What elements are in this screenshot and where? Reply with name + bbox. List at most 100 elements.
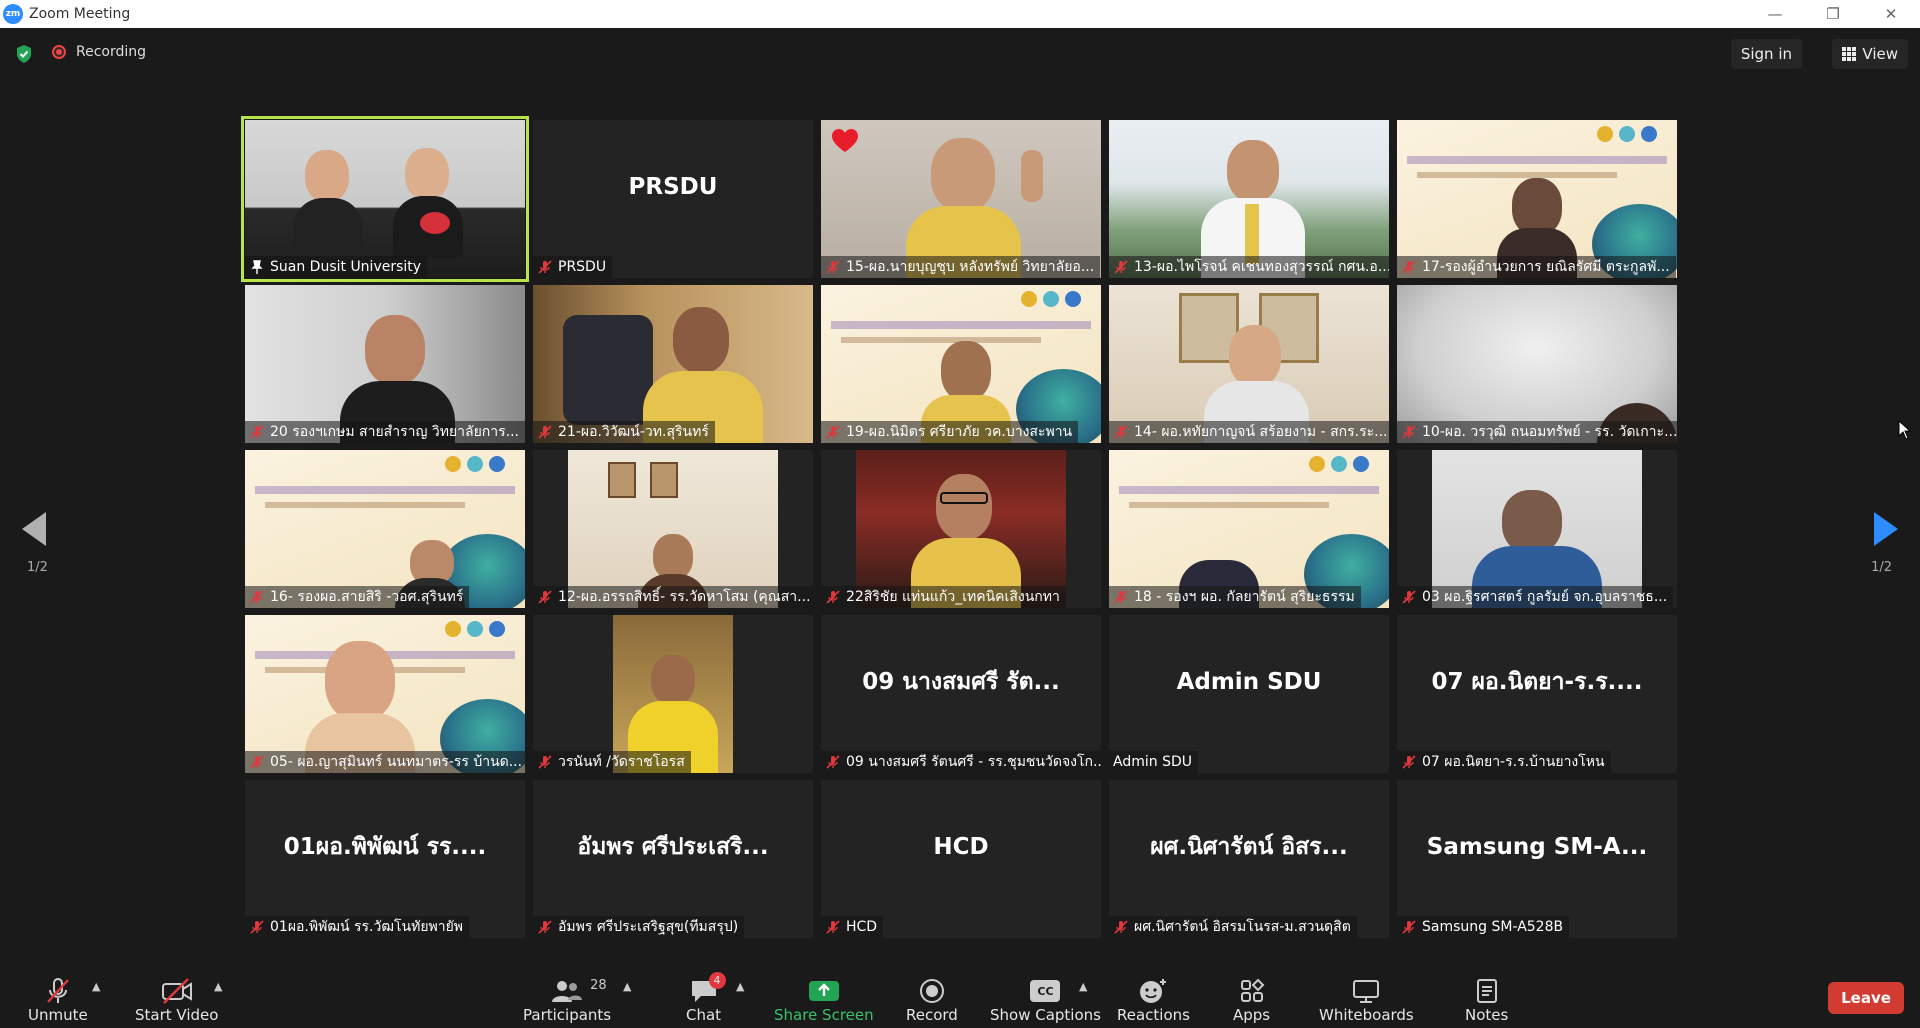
pin-icon [251, 260, 263, 274]
unmute-button[interactable]: Unmute [28, 976, 88, 1024]
participant-tile[interactable]: 03 ผอ.ฐิรศาสตร์ กูลรัมย์ จก.อุบลราชธ... [1397, 450, 1677, 608]
participants-icon [552, 981, 583, 1002]
participant-tile[interactable]: 12-ผอ.อรรถสิทธิ์- รร.วัดหาโสม (คุณสา... [533, 450, 813, 608]
muted-mic-icon [826, 920, 840, 934]
participant-tile[interactable]: HCD HCD [821, 780, 1101, 938]
participant-name: HCD [821, 916, 884, 938]
muted-mic-icon [1402, 590, 1416, 604]
participant-tile[interactable]: Admin SDU Admin SDU [1109, 615, 1389, 773]
participant-tile[interactable]: 05- ผอ.ญาสุมินทร์ นนทมาตร-รร บ้านด... [245, 615, 525, 773]
participant-tile[interactable]: Samsung SM-A... Samsung SM-A528B [1397, 780, 1677, 938]
participant-tile[interactable]: 19-ผอ.นิมิตร ศรียาภัย วค.บางสะพาน [821, 285, 1101, 443]
participant-tile[interactable]: 15-ผอ.นายบุญชุบ หลังทรัพย์ วิทยาลัยอ... [821, 120, 1101, 278]
participant-display-name: ผศ.นิศารัตน์ อิสร... [1150, 834, 1348, 860]
window-titlebar: zm Zoom Meeting — ❐ ✕ [0, 0, 1920, 28]
record-icon [919, 979, 944, 1003]
leave-button[interactable]: Leave [1828, 982, 1904, 1014]
participant-display-name: HCD [933, 834, 989, 860]
participant-tile[interactable]: 17-รองผู้อำนวยการ ยณิลรัศมี ตระกูลพั... [1397, 120, 1677, 278]
restore-button[interactable]: ❐ [1804, 0, 1862, 28]
muted-mic-icon [1114, 260, 1128, 274]
recording-label: Recording [76, 44, 147, 60]
participant-tile[interactable]: 09 นางสมศรี รัต... 09 นางสมศรี รัตนศรี -… [821, 615, 1101, 773]
participant-tile[interactable]: วรนันท์ /วัดราชโอรส [533, 615, 813, 773]
recording-indicator[interactable]: Recording [52, 44, 146, 60]
participant-tile[interactable]: 20 รองฯเกษม สายสำราญ วิทยาลัยการ... [245, 285, 525, 443]
muted-microphone-icon [46, 978, 69, 1003]
participant-display-name: 07 ผอ.นิตยา-ร.ร.... [1431, 669, 1643, 695]
notes-button[interactable]: Notes [1465, 976, 1508, 1024]
participant-name: 15-ผอ.นายบุญชุบ หลังทรัพย์ วิทยาลัยอ... [821, 256, 1101, 278]
muted-mic-icon [1114, 425, 1128, 439]
participant-name: 21-ผอ.วิวัฒน์-วท.สุรินทร์ [533, 421, 715, 443]
participant-video [245, 285, 525, 443]
sign-in-button[interactable]: Sign in [1730, 39, 1802, 69]
participant-name: อัมพร ศรีประเสริฐสุข(ทีมสรุป) [533, 916, 745, 938]
chat-button[interactable]: 4 Chat [686, 972, 726, 1024]
participant-display-name: PRSDU [628, 174, 718, 200]
chat-unread-badge: 4 [708, 972, 726, 989]
participant-display-name: Samsung SM-A... [1426, 834, 1648, 860]
participant-tile[interactable]: PRSDU PRSDU [533, 120, 813, 278]
encryption-shield-icon[interactable] [14, 44, 34, 64]
reactions-button[interactable]: Reactions [1117, 976, 1190, 1024]
participant-display-name: 01ผอ.พิพัฒน์ รร.... [283, 834, 487, 860]
participant-video [821, 285, 1101, 443]
participant-name: 16- รองผอ.สายสิริ -วอศ.สุรินทร์ [245, 586, 470, 608]
participants-options-caret-icon[interactable]: ▲ [623, 980, 631, 993]
captions-options-caret-icon[interactable]: ▲ [1079, 980, 1087, 993]
participant-name: 20 รองฯเกษม สายสำราญ วิทยาลัยการ... [245, 421, 525, 443]
start-video-button[interactable]: Start Video [135, 976, 218, 1024]
participant-tile[interactable]: 16- รองผอ.สายสิริ -วอศ.สุรินทร์ [245, 450, 525, 608]
video-off-icon [161, 978, 192, 1004]
whiteboards-button[interactable]: Whiteboards [1319, 976, 1414, 1024]
previous-page-arrow-icon[interactable] [22, 512, 46, 546]
muted-mic-icon [250, 425, 264, 439]
chat-options-caret-icon[interactable]: ▲ [736, 980, 744, 993]
captions-cc-icon: CC [1030, 980, 1061, 1002]
participant-tile[interactable]: Suan Dusit University [241, 116, 529, 282]
participant-tile[interactable]: 14- ผอ.หทัยกาญจน์ สร้อยงาม - สกร.ระ... [1109, 285, 1389, 443]
participant-video [613, 615, 733, 773]
close-button[interactable]: ✕ [1862, 0, 1920, 28]
muted-mic-icon [538, 755, 552, 769]
window-title: Zoom Meeting [29, 6, 131, 22]
participant-tile[interactable]: ผศ.นิศารัตน์ อิสร... ผศ.นิศารัตน์ อิสรมโ… [1109, 780, 1389, 938]
participant-tile[interactable]: 10-ผอ. วรวุฒิ ถนอมทรัพย์ - รร. วัดเกาะ..… [1397, 285, 1677, 443]
participant-tile[interactable]: 01ผอ.พิพัฒน์ รร.... 01ผอ.พิพัฒน์ รร.วัฒโ… [245, 780, 525, 938]
participant-video [1109, 450, 1389, 608]
participant-name: 14- ผอ.หทัยกาญจน์ สร้อยงาม - สกร.ระ... [1109, 421, 1389, 443]
participants-count: 28 [590, 978, 607, 993]
view-button[interactable]: View [1832, 39, 1908, 69]
muted-mic-icon [826, 755, 840, 769]
minimize-button[interactable]: — [1746, 0, 1804, 28]
record-button[interactable]: Record [906, 976, 958, 1024]
muted-mic-icon [250, 920, 264, 934]
next-page-arrow-icon[interactable] [1874, 512, 1898, 546]
participant-tile[interactable]: 07 ผอ.นิตยา-ร.ร.... 07 ผอ.นิตยา-ร.ร.บ้าน… [1397, 615, 1677, 773]
participants-button[interactable]: 28 Participants [523, 976, 611, 1024]
participant-video [245, 615, 525, 773]
participant-tile[interactable]: 18 - รองฯ ผอ. กัลยารัตน์ สุริยะธรรม [1109, 450, 1389, 608]
participant-tile[interactable]: 21-ผอ.วิวัฒน์-วท.สุรินทร์ [533, 285, 813, 443]
zoom-logo-icon: zm [3, 4, 23, 24]
apps-button[interactable]: Apps [1233, 976, 1270, 1024]
audio-options-caret-icon[interactable]: ▲ [92, 980, 100, 993]
participant-tile[interactable]: 13-ผอ.ไพโรจน์ คเชนทองสุวรรณ์ กศน.อ... [1109, 120, 1389, 278]
participant-video [1432, 450, 1642, 608]
mouse-cursor-icon [1898, 420, 1912, 440]
gallery-grid: Suan Dusit University PRSDU PRSDU 15-ผอ.… [241, 116, 1677, 938]
participant-tile[interactable]: อัมพร ศรีประเสริ... อัมพร ศรีประเสริฐสุข… [533, 780, 813, 938]
share-screen-icon [808, 981, 839, 1001]
share-screen-button[interactable]: Share Screen [774, 976, 874, 1024]
participant-tile[interactable]: 22สิริชัย แท่นแก้ว_เทคนิคเสิงนกทา [821, 450, 1101, 608]
grid-view-icon [1842, 47, 1857, 61]
participant-video [245, 120, 525, 278]
participant-video [856, 450, 1066, 608]
participant-video [1397, 285, 1677, 443]
notes-icon [1476, 979, 1497, 1003]
participant-video [821, 120, 1101, 278]
muted-mic-icon [250, 755, 264, 769]
page-indicator-right: 1/2 [1871, 560, 1892, 575]
video-options-caret-icon[interactable]: ▲ [214, 980, 222, 993]
